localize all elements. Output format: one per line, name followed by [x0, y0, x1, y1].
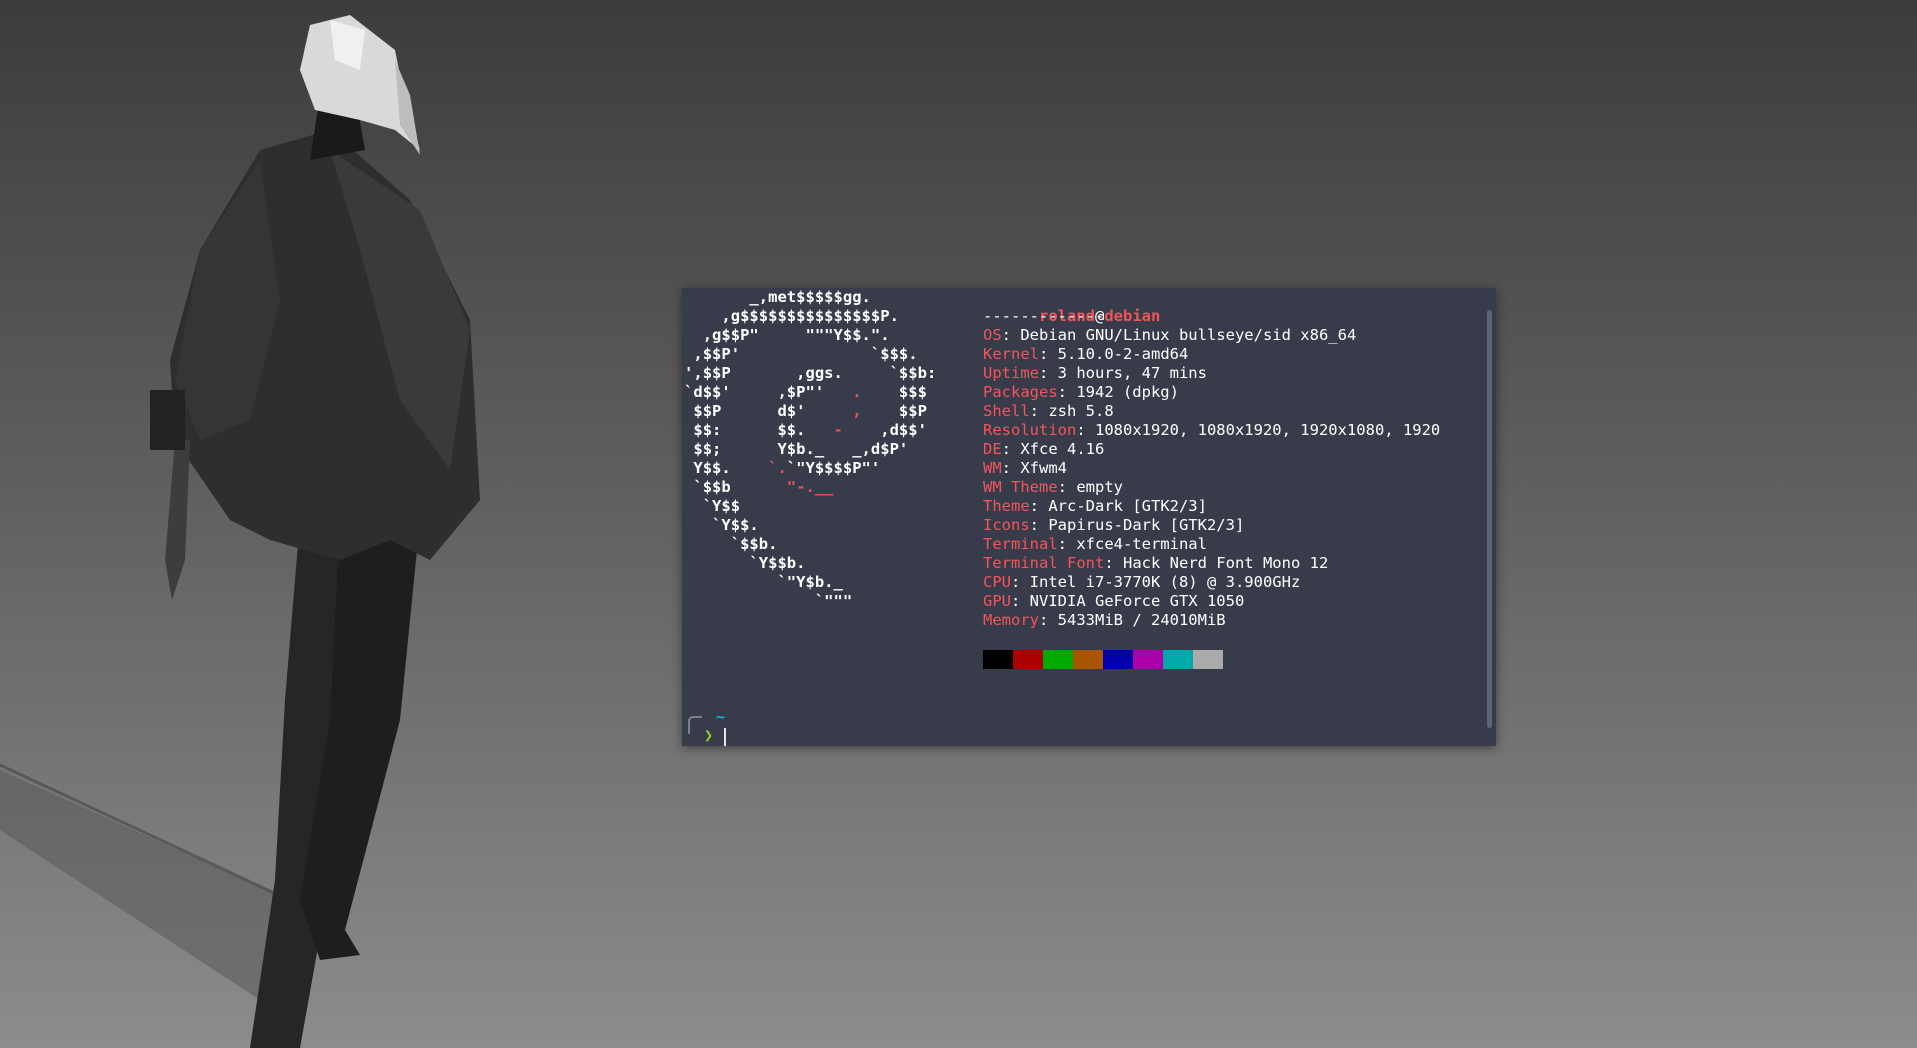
- terminal-window[interactable]: _,met$$$$$gg. ,g$$$$$$$$$$$$$$$P. ,g$$P"…: [682, 288, 1496, 746]
- info-row: Theme: Arc-Dark [GTK2/3]: [983, 497, 1440, 516]
- ascii-logo-line: ,$$P' `$$$.: [693, 345, 918, 363]
- info-row: Terminal: xfce4-terminal: [983, 535, 1440, 554]
- ascii-logo-line: `""": [814, 592, 853, 610]
- color-swatch: [1073, 650, 1103, 669]
- info-key: Resolution: [983, 421, 1077, 439]
- info-value: : zsh 5.8: [1029, 402, 1114, 420]
- ascii-logo-line: Y$$. `.`"Y$$$$P"': [693, 459, 881, 477]
- info-row: WM: Xfwm4: [983, 459, 1440, 478]
- ascii-logo-line: $$: $$. - ,d$$': [693, 421, 927, 439]
- info-value: : Papirus-Dark [GTK2/3]: [1029, 516, 1245, 534]
- color-swatch: [1103, 650, 1133, 669]
- color-swatch: [1043, 650, 1073, 669]
- info-key: WM: [983, 459, 1002, 477]
- color-swatch: [1133, 650, 1163, 669]
- ascii-logo-line: ,g$$$$$$$$$$$$$$$P.: [721, 307, 899, 325]
- info-row: Uptime: 3 hours, 47 mins: [983, 364, 1440, 383]
- info-key: Memory: [983, 611, 1039, 629]
- info-row: GPU: NVIDIA GeForce GTX 1050: [983, 592, 1440, 611]
- ascii-logo-line: $$; Y$b._ _,d$P': [693, 440, 909, 458]
- info-key: WM Theme: [983, 478, 1058, 496]
- info-value: : 5.10.0-2-amd64: [1039, 345, 1189, 363]
- ascii-logo-line: ,g$$P" """Y$$.".: [702, 326, 890, 344]
- info-value: : 1942 (dpkg): [1057, 383, 1179, 401]
- color-palette: [983, 650, 1223, 669]
- info-row: Packages: 1942 (dpkg): [983, 383, 1440, 402]
- info-row: Shell: zsh 5.8: [983, 402, 1440, 421]
- info-row: OS: Debian GNU/Linux bullseye/sid x86_64: [983, 326, 1440, 345]
- info-value: : empty: [1057, 478, 1123, 496]
- prompt-arrow-icon: ❯: [704, 726, 714, 744]
- color-swatch: [1163, 650, 1193, 669]
- info-key: DE: [983, 440, 1002, 458]
- info-row: DE: Xfce 4.16: [983, 440, 1440, 459]
- info-key: CPU: [983, 573, 1011, 591]
- ascii-logo-line: ',$$P ,ggs. `$$b:: [684, 364, 937, 382]
- info-key: Icons: [983, 516, 1030, 534]
- info-value: : Xfce 4.16: [1001, 440, 1105, 458]
- info-key: GPU: [983, 592, 1011, 610]
- info-key: Shell: [983, 402, 1030, 420]
- ascii-logo-line: `Y$$b.: [749, 554, 806, 572]
- ascii-logo-line: `Y$$.: [712, 516, 759, 534]
- info-value: : NVIDIA GeForce GTX 1050: [1011, 592, 1245, 610]
- ascii-logo-line: `"Y$b._: [777, 573, 843, 591]
- ascii-logo-line: $$P d$' , $$P: [693, 402, 927, 420]
- debian-ascii-logo: _,met$$$$$gg. ,g$$$$$$$$$$$$$$$P. ,g$$P"…: [684, 288, 936, 611]
- info-value: : 5433MiB / 24010MiB: [1039, 611, 1226, 629]
- ascii-logo-line: `$$b.: [730, 535, 778, 553]
- info-value: : 1080x1920, 1080x1920, 1920x1080, 1920: [1076, 421, 1441, 439]
- info-row: Terminal Font: Hack Nerd Font Mono 12: [983, 554, 1440, 573]
- info-value: : Xfwm4: [1001, 459, 1067, 477]
- current-directory: ~: [716, 708, 726, 726]
- text-cursor: [724, 728, 726, 746]
- info-key: Kernel: [983, 345, 1039, 363]
- ascii-logo-line: _,met$$$$$gg.: [749, 288, 871, 306]
- color-swatch: [1013, 650, 1043, 669]
- info-row: Icons: Papirus-Dark [GTK2/3]: [983, 516, 1440, 535]
- ascii-logo-line: `$$b "-.__: [693, 478, 834, 496]
- color-swatch: [1193, 650, 1223, 669]
- ascii-logo-line: `d$$' ,$P"' . $$$: [684, 383, 927, 401]
- info-key: Terminal Font: [983, 554, 1105, 572]
- separator: -------------: [983, 307, 1105, 325]
- info-value: : xfce4-terminal: [1057, 535, 1207, 553]
- info-key: Uptime: [983, 364, 1039, 382]
- ascii-logo-line: `Y$$: [702, 497, 741, 515]
- info-row: CPU: Intel i7-3770K (8) @ 3.900GHz: [983, 573, 1440, 592]
- info-row: Resolution: 1080x1920, 1080x1920, 1920x1…: [983, 421, 1440, 440]
- info-value: : Arc-Dark [GTK2/3]: [1029, 497, 1207, 515]
- prompt-corner-icon: [688, 716, 702, 734]
- info-key: Packages: [983, 383, 1058, 401]
- info-value: : 3 hours, 47 mins: [1039, 364, 1207, 382]
- info-value: : Debian GNU/Linux bullseye/sid x86_64: [1001, 326, 1357, 344]
- info-row: Memory: 5433MiB / 24010MiB: [983, 611, 1440, 630]
- info-key: Theme: [983, 497, 1030, 515]
- system-info: roland@debian ------------- OS: Debian G…: [983, 288, 1440, 630]
- info-row: Kernel: 5.10.0-2-amd64: [983, 345, 1440, 364]
- info-row: WM Theme: empty: [983, 478, 1440, 497]
- hostname: debian: [1104, 307, 1161, 325]
- terminal-scrollbar[interactable]: [1487, 310, 1492, 728]
- color-swatch: [983, 650, 1013, 669]
- user-host-line: roland@debian: [983, 288, 1440, 325]
- info-value: : Intel i7-3770K (8) @ 3.900GHz: [1011, 573, 1301, 591]
- info-value: : Hack Nerd Font Mono 12: [1104, 554, 1329, 572]
- info-key: Terminal: [983, 535, 1058, 553]
- info-key: OS: [983, 326, 1002, 344]
